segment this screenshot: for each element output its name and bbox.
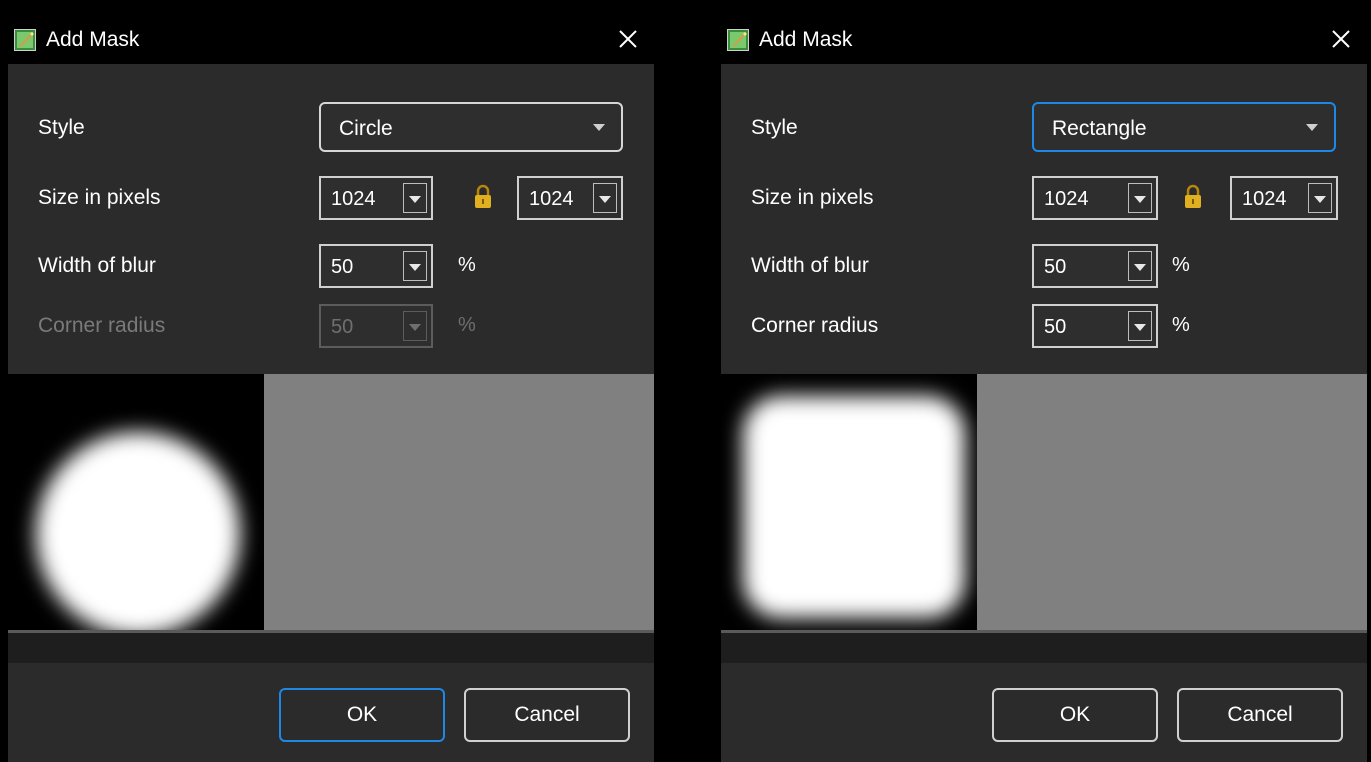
- mask-app-icon: [14, 29, 36, 51]
- style-dropdown[interactable]: Circle: [319, 102, 623, 152]
- size-label: Size in pixels: [38, 186, 161, 209]
- preview-area: [8, 374, 654, 630]
- blur-value: 50: [331, 256, 354, 278]
- size-width-dropdown-button[interactable]: [1128, 183, 1152, 213]
- corner-radius-combo: 50: [319, 304, 433, 348]
- ok-button[interactable]: OK: [992, 688, 1158, 742]
- blur-dropdown-button[interactable]: [403, 251, 427, 281]
- preview-area: [721, 374, 1367, 630]
- size-label: Size in pixels: [751, 186, 874, 209]
- mask-preview-circle: [36, 432, 240, 630]
- chevron-down-icon: [593, 124, 605, 131]
- mask-preview: [721, 374, 977, 630]
- size-width-combo[interactable]: 1024: [1032, 176, 1158, 220]
- close-icon: [1332, 30, 1350, 48]
- cancel-button[interactable]: Cancel: [464, 688, 630, 742]
- status-strip: [8, 633, 654, 663]
- blur-unit: %: [458, 254, 476, 276]
- size-height-value: 1024: [529, 188, 574, 210]
- size-width-value: 1024: [331, 188, 376, 210]
- close-icon: [619, 30, 637, 48]
- size-height-combo[interactable]: 1024: [1230, 176, 1338, 220]
- ok-button[interactable]: OK: [279, 688, 445, 742]
- chevron-down-icon: [1306, 124, 1318, 131]
- mask-preview: [8, 374, 264, 630]
- size-width-value: 1024: [1044, 188, 1089, 210]
- blur-value: 50: [1044, 256, 1067, 278]
- blur-dropdown-button[interactable]: [1128, 251, 1152, 281]
- blur-label: Width of blur: [38, 254, 156, 277]
- corner-radius-dropdown-button[interactable]: [1128, 311, 1152, 341]
- add-mask-dialog-circle: Add Mask Style Circle Size in pixels 102…: [8, 8, 654, 762]
- size-height-value: 1024: [1242, 188, 1287, 210]
- close-button[interactable]: [1315, 14, 1367, 64]
- corner-radius-label: Corner radius: [38, 314, 166, 337]
- dialog-title: Add Mask: [46, 28, 140, 51]
- title-bar: Add Mask: [721, 8, 1367, 64]
- corner-radius-unit: %: [458, 314, 476, 336]
- mask-preview-rounded-rectangle: [743, 396, 965, 618]
- lock-icon[interactable]: [472, 184, 494, 210]
- blur-unit: %: [1172, 254, 1190, 276]
- size-height-dropdown-button[interactable]: [593, 183, 617, 213]
- close-button[interactable]: [602, 14, 654, 64]
- corner-radius-dropdown-button: [403, 311, 427, 341]
- size-height-dropdown-button[interactable]: [1308, 183, 1332, 213]
- corner-radius-combo[interactable]: 50: [1032, 304, 1158, 348]
- size-width-combo[interactable]: 1024: [319, 176, 433, 220]
- size-width-dropdown-button[interactable]: [403, 183, 427, 213]
- blur-combo[interactable]: 50: [1032, 244, 1158, 288]
- lock-icon[interactable]: [1182, 184, 1204, 210]
- blur-combo[interactable]: 50: [319, 244, 433, 288]
- style-dropdown[interactable]: Rectangle: [1032, 102, 1336, 152]
- cancel-button[interactable]: Cancel: [1177, 688, 1343, 742]
- style-value: Rectangle: [1052, 117, 1147, 140]
- add-mask-dialog-rectangle: Add Mask Style Rectangle Size in pixels …: [721, 8, 1367, 762]
- corner-radius-label: Corner radius: [751, 314, 879, 337]
- dialog-title: Add Mask: [759, 28, 853, 51]
- blur-label: Width of blur: [751, 254, 869, 277]
- corner-radius-value: 50: [1044, 316, 1067, 338]
- mask-app-icon: [727, 29, 749, 51]
- style-value: Circle: [339, 117, 393, 140]
- corner-radius-unit: %: [1172, 314, 1190, 336]
- style-label: Style: [38, 116, 85, 139]
- title-bar: Add Mask: [8, 8, 654, 64]
- style-label: Style: [751, 116, 798, 139]
- size-height-combo[interactable]: 1024: [517, 176, 623, 220]
- status-strip: [721, 633, 1367, 663]
- corner-radius-value: 50: [331, 316, 354, 338]
